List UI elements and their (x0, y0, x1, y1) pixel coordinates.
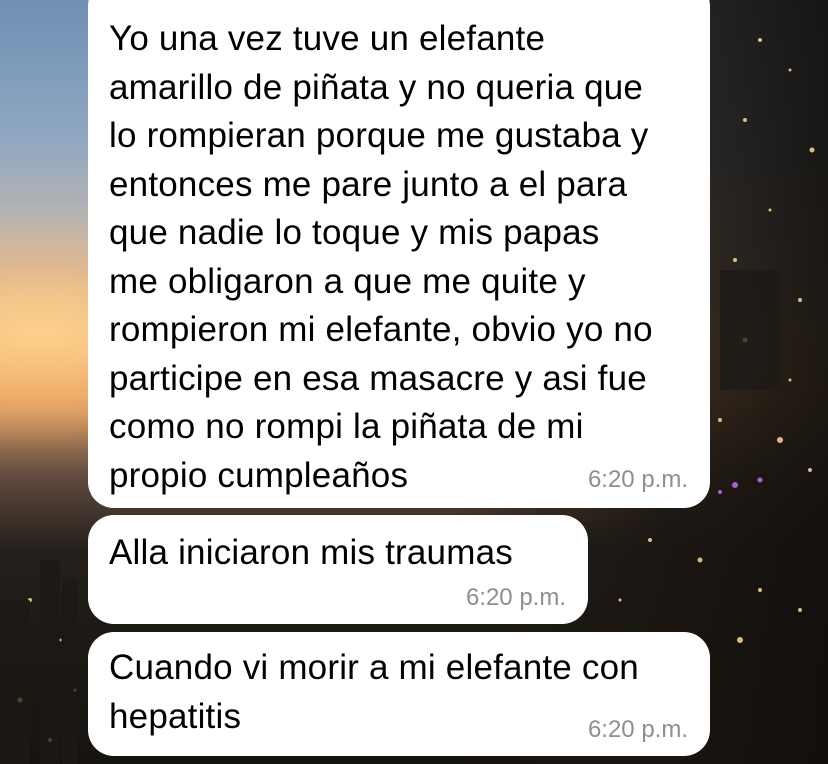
message-text: Alla iniciaron mis traumas (109, 533, 513, 572)
chat-thread: Yo una vez tuve un elefante amarillo de … (0, 0, 828, 764)
message-bubble[interactable]: Yo una vez tuve un elefante amarillo de … (88, 0, 710, 508)
message-timestamp: 6:20 p.m. (587, 466, 688, 493)
message-bubble[interactable]: Cuando vi morir a mi elefante con hepati… (88, 632, 710, 756)
message-timestamp: 6:20 p.m. (587, 716, 688, 743)
message-bubble[interactable]: Alla iniciaron mis traumas 6:20 p.m. (88, 515, 588, 624)
message-text: Yo una vez tuve un elefante amarillo de … (109, 19, 653, 495)
message-timestamp: 6:20 p.m. (465, 584, 566, 611)
